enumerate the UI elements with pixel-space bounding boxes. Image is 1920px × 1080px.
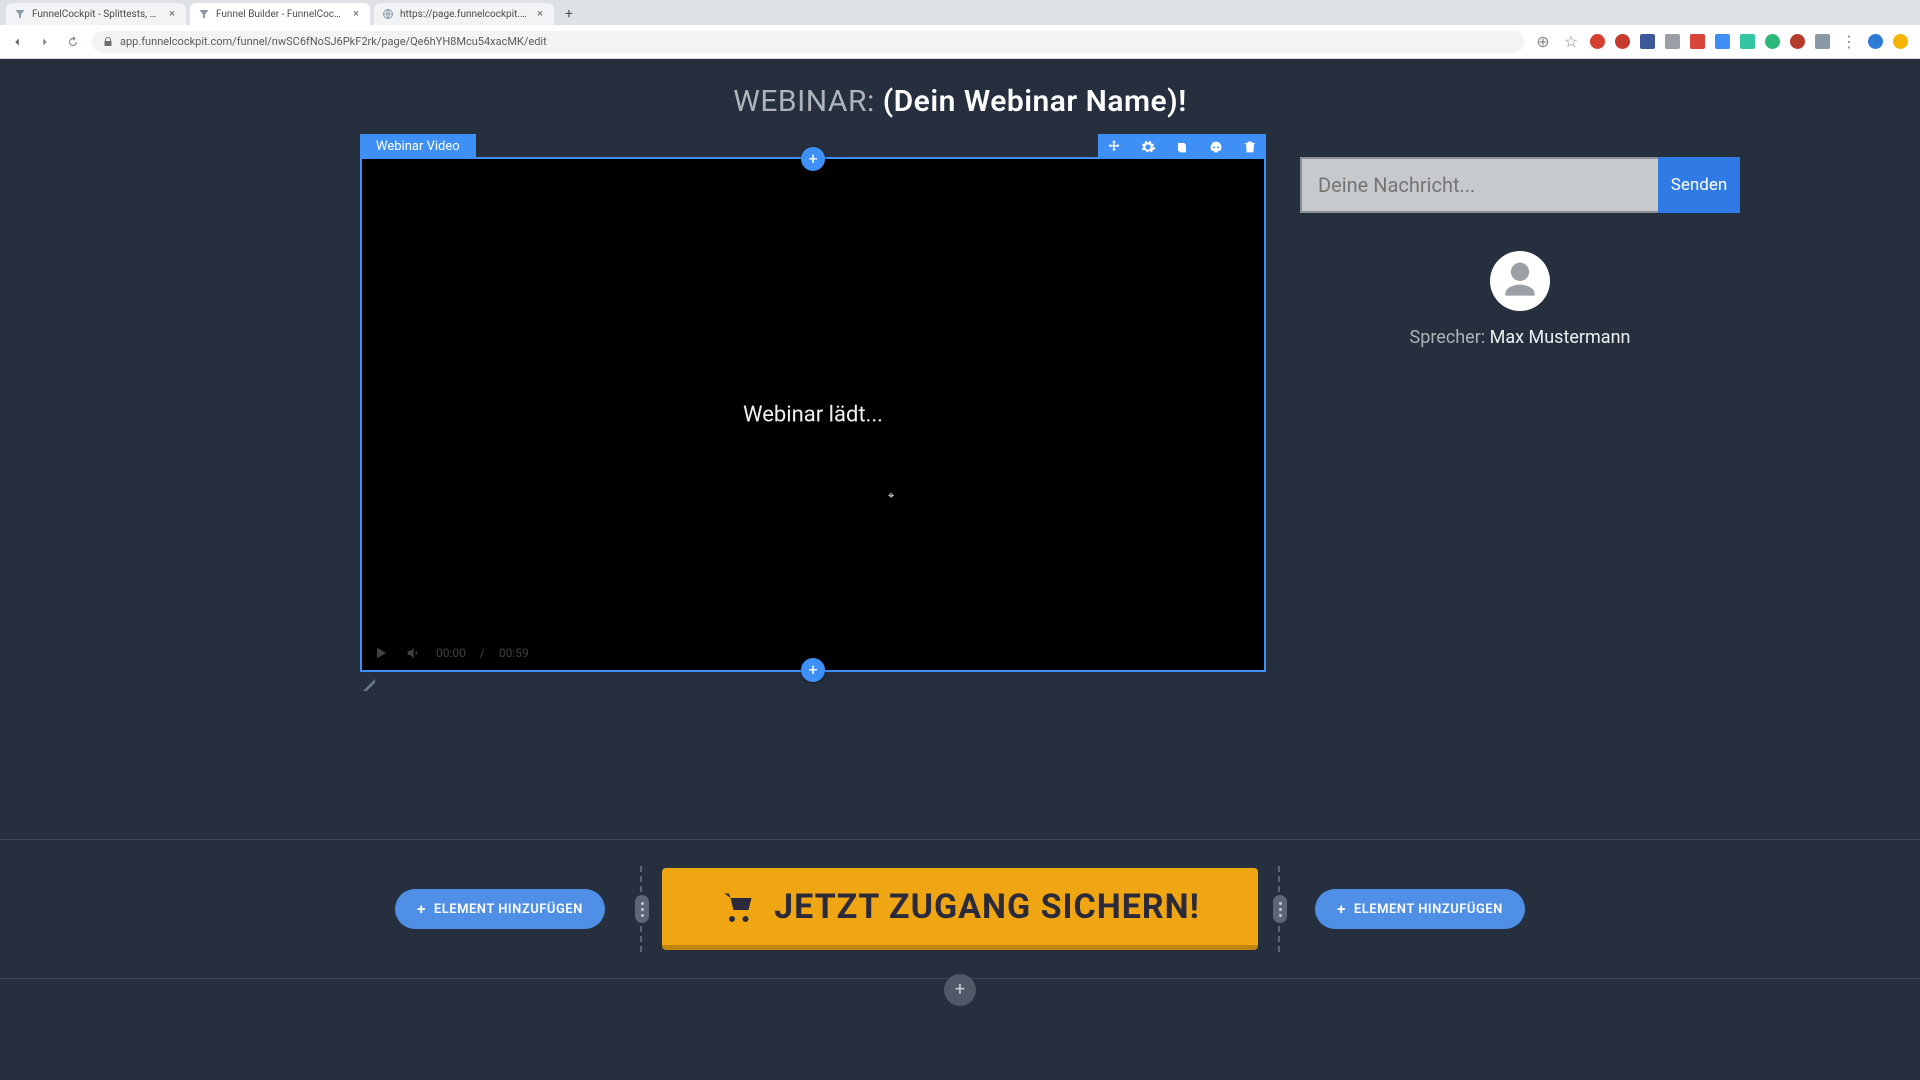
close-icon[interactable]: × [166, 8, 178, 20]
extension-icon[interactable] [1665, 34, 1680, 49]
element-toolbar [1098, 134, 1266, 159]
close-icon[interactable]: × [534, 8, 546, 20]
move-icon[interactable] [1106, 139, 1122, 155]
extension-icon[interactable] [1790, 34, 1805, 49]
url-text: app.funnelcockpit.com/funnel/nwSC6fNoSJ6… [120, 35, 547, 48]
time-current: 00:00 [436, 646, 466, 660]
play-icon[interactable] [372, 644, 390, 662]
extension-icon[interactable] [1715, 34, 1730, 49]
chat-panel: Senden Sprecher: Max Mustermann [1300, 157, 1740, 348]
browser-tab[interactable]: Funnel Builder - FunnelCockpit × [190, 3, 370, 25]
funnel-icon [198, 8, 210, 20]
cta-main-label: JETZT ZUGANG SICHERN! [774, 887, 1200, 927]
back-button[interactable] [8, 33, 26, 51]
plus-icon: + [1337, 900, 1346, 918]
add-element-button[interactable]: + ELEMENT HINZUFÜGEN [1315, 889, 1525, 929]
close-icon[interactable]: × [350, 8, 362, 20]
column-divider[interactable] [640, 866, 642, 952]
add-section-button[interactable]: + [944, 974, 976, 1006]
extension-icons: ⊕ ☆ ⋮ [1534, 33, 1912, 51]
add-element-label: ELEMENT HINZUFÜGEN [1354, 902, 1503, 917]
copy-icon[interactable] [1174, 139, 1190, 155]
column-center: JETZT ZUGANG SICHERN! [642, 868, 1278, 950]
add-element-label: ELEMENT HINZUFÜGEN [434, 902, 583, 917]
video-controls: 00:00 / 00:59 [372, 644, 1254, 662]
add-above-button[interactable]: + [801, 147, 825, 171]
send-button[interactable]: Senden [1658, 157, 1740, 213]
speaker-label: Sprecher: [1410, 327, 1490, 348]
extension-icon[interactable] [1815, 34, 1830, 49]
url-input[interactable]: app.funnelcockpit.com/funnel/nwSC6fNoSJ6… [92, 31, 1524, 53]
video-loading-text: Webinar lädt... [743, 402, 883, 427]
new-tab-button[interactable]: + [558, 3, 580, 25]
reload-button[interactable] [64, 33, 82, 51]
webinar-video-element[interactable]: Webinar Video + + Webinar lädt... ⌖ 00:0… [360, 157, 1266, 672]
chat-input-row: Senden [1300, 157, 1740, 213]
drag-handle-icon[interactable] [635, 895, 649, 923]
site-settings-icon[interactable]: ⊕ [1534, 33, 1552, 51]
lock-icon [102, 36, 114, 48]
globe-icon [382, 8, 394, 20]
column-left: + ELEMENT HINZUFÜGEN [360, 889, 640, 929]
browser-tab[interactable]: https://page.funnelcockpit.co × [374, 3, 554, 25]
page-canvas: WEBINAR: (Dein Webinar Name)! Webinar Vi… [0, 59, 1920, 1080]
drag-handle-icon[interactable] [1273, 895, 1287, 923]
star-icon[interactable]: ☆ [1562, 33, 1580, 51]
headline-prefix: WEBINAR: [733, 84, 882, 119]
gear-icon[interactable] [1140, 139, 1156, 155]
cta-main-button[interactable]: JETZT ZUGANG SICHERN! [662, 868, 1258, 950]
plus-icon: + [417, 900, 426, 918]
volume-icon[interactable] [404, 644, 422, 662]
browser-tab[interactable]: FunnelCockpit - Splittests, Ma × [6, 3, 186, 25]
forward-button[interactable] [36, 33, 54, 51]
menu-icon[interactable]: ⋮ [1840, 33, 1858, 51]
ai-icon[interactable] [1208, 139, 1224, 155]
column-divider[interactable] [1278, 866, 1280, 952]
speaker-name: Max Mustermann [1490, 327, 1631, 348]
extension-icon[interactable] [1690, 34, 1705, 49]
extension-icon[interactable] [1765, 34, 1780, 49]
element-type-label: Webinar Video [360, 134, 476, 159]
chat-input[interactable] [1300, 157, 1658, 213]
extension-icon[interactable] [1893, 34, 1908, 49]
page-title: WEBINAR: (Dein Webinar Name)! [0, 84, 1920, 119]
person-icon [1498, 259, 1542, 303]
column-right: + ELEMENT HINZUFÜGEN [1280, 889, 1560, 929]
browser-frame: FunnelCockpit - Splittests, Ma × Funnel … [0, 0, 1920, 1080]
avatar [1490, 251, 1550, 311]
extension-icon[interactable] [1740, 34, 1755, 49]
tab-title: FunnelCockpit - Splittests, Ma [32, 9, 160, 20]
resize-handle-icon[interactable] [360, 676, 378, 694]
speaker-block: Sprecher: Max Mustermann [1300, 251, 1740, 348]
headline-name: (Dein Webinar Name)! [883, 84, 1187, 119]
extension-icon[interactable] [1590, 34, 1605, 49]
tab-title: Funnel Builder - FunnelCockpit [216, 9, 344, 20]
time-sep: / [480, 646, 485, 660]
trash-icon[interactable] [1242, 139, 1258, 155]
extension-icon[interactable] [1615, 34, 1630, 49]
cursor-icon: ⌖ [888, 489, 894, 503]
add-element-button[interactable]: + ELEMENT HINZUFÜGEN [395, 889, 605, 929]
tab-title: https://page.funnelcockpit.co [400, 9, 528, 20]
time-total: 00:59 [499, 646, 529, 660]
cart-icon [720, 889, 756, 925]
browser-address-bar: app.funnelcockpit.com/funnel/nwSC6fNoSJ6… [0, 25, 1920, 59]
extension-icon[interactable] [1640, 34, 1655, 49]
cta-section: + ELEMENT HINZUFÜGEN JETZT ZUGANG SICHERN… [0, 839, 1920, 979]
funnel-icon [14, 8, 26, 20]
progress-bar[interactable] [543, 651, 1254, 655]
profile-avatar-icon[interactable] [1868, 34, 1883, 49]
browser-tab-bar: FunnelCockpit - Splittests, Ma × Funnel … [0, 0, 1920, 25]
